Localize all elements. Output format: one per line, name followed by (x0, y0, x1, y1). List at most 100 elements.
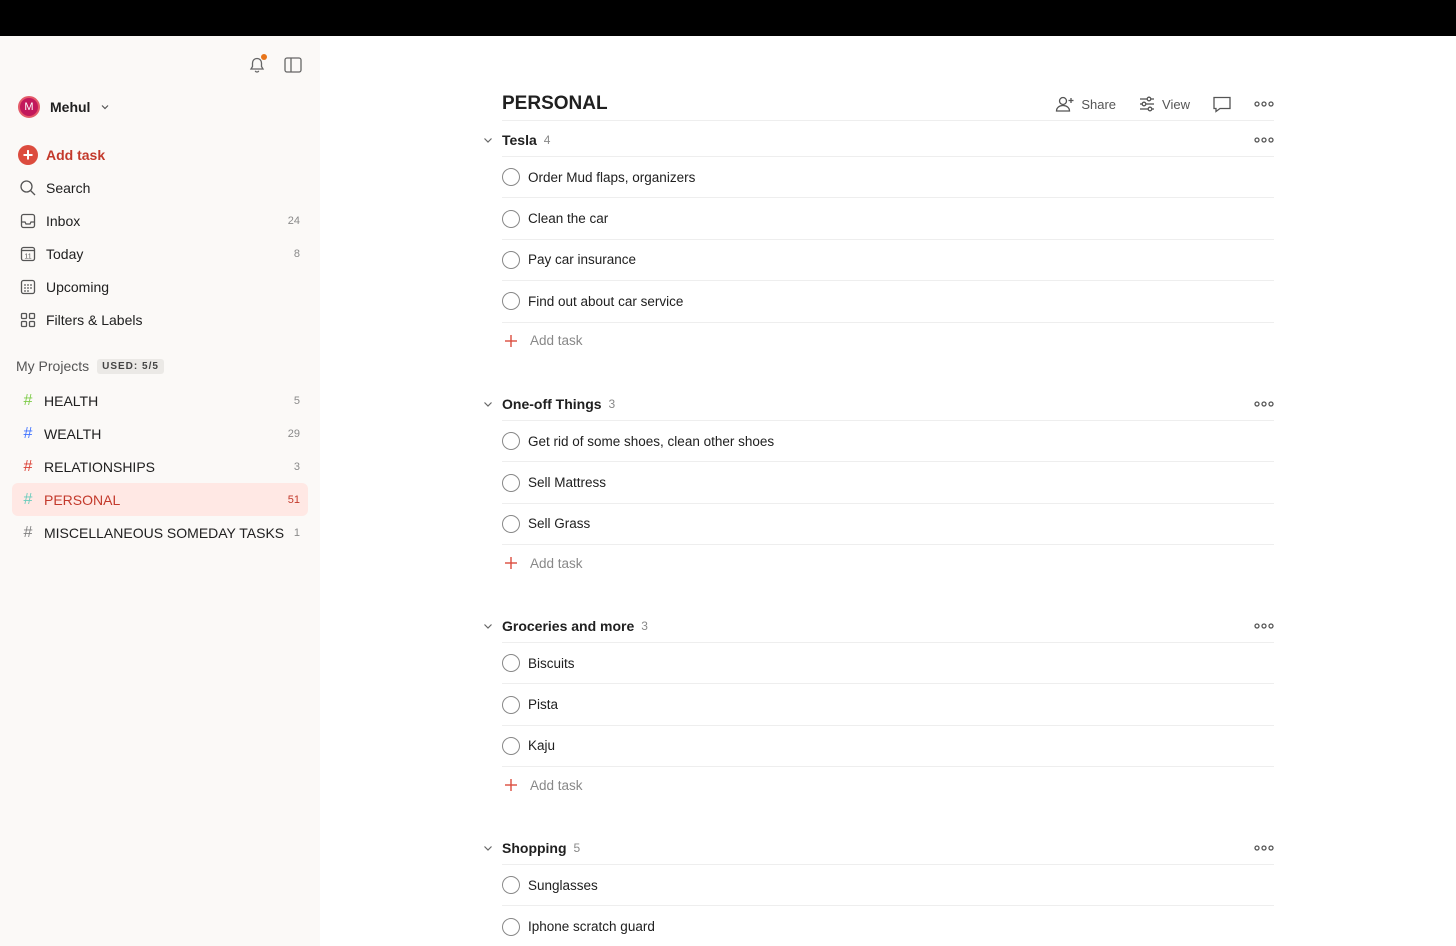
task-checkbox[interactable] (502, 168, 520, 187)
hash-icon: # (23, 523, 33, 541)
sidebar-item-today[interactable]: 11 Today 8 (12, 237, 308, 270)
task-title: Kaju (528, 738, 556, 754)
chevron-down-icon[interactable] (482, 620, 494, 632)
task-row[interactable]: Sunglasses (502, 865, 1274, 907)
task-row[interactable]: Sell Mattress (502, 462, 1274, 504)
main-content: PERSONAL Share View Tesla 4 Order Mud fl… (320, 36, 1456, 946)
project-item-personal[interactable]: # PERSONAL 51 (12, 483, 308, 516)
sidebar-item-upcoming[interactable]: Upcoming (12, 270, 308, 303)
task-checkbox[interactable] (502, 514, 520, 533)
more-options-button[interactable] (1254, 99, 1274, 109)
sidebar-item-label: Filters & Labels (46, 311, 143, 328)
user-menu[interactable]: M Mehul (18, 96, 110, 118)
task-row[interactable]: Find out about car service (502, 281, 1274, 323)
my-projects-header[interactable]: My Projects USED: 5/5 (16, 358, 164, 374)
toggle-sidebar-icon[interactable] (282, 54, 304, 76)
task-checkbox[interactable] (502, 736, 520, 755)
chevron-down-icon[interactable] (482, 134, 494, 146)
project-count: 3 (293, 460, 300, 473)
today-count: 8 (293, 247, 300, 260)
task-checkbox[interactable] (502, 432, 520, 451)
task-checkbox[interactable] (502, 876, 520, 895)
section-header[interactable]: One-off Things 3 (484, 387, 1274, 421)
sidebar-item-search[interactable]: Search (12, 171, 308, 204)
project-item-relationships[interactable]: # RELATIONSHIPS 3 (12, 450, 308, 483)
add-task-label: Add task (530, 333, 583, 349)
task-checkbox[interactable] (502, 917, 520, 936)
section-header[interactable]: Groceries and more 3 (484, 609, 1274, 643)
plus-icon (502, 776, 520, 794)
inbox-icon (18, 211, 38, 231)
sidebar-item-label: Inbox (46, 212, 81, 229)
comments-button[interactable] (1212, 95, 1232, 113)
task-checkbox[interactable] (502, 695, 520, 714)
sidebar-item-label: Upcoming (46, 278, 110, 295)
project-label: MISCELLANEOUS SOMEDAY TASKS (44, 524, 285, 541)
section-header[interactable]: Tesla 4 (484, 123, 1274, 157)
project-count: 5 (293, 394, 300, 407)
header-actions: Share View (1055, 95, 1274, 113)
plus-circle-icon: + (18, 144, 38, 165)
task-row[interactable]: Sell Grass (502, 504, 1274, 546)
more-horizontal-icon[interactable] (1254, 399, 1274, 409)
chevron-down-icon[interactable] (482, 398, 494, 410)
task-row[interactable]: Pay car insurance (502, 240, 1274, 282)
sidebar-item-add-task[interactable]: + Add task (12, 138, 308, 171)
project-count: 29 (287, 427, 300, 440)
task-title: Sell Mattress (528, 475, 607, 491)
more-horizontal-icon[interactable] (1254, 621, 1274, 631)
task-row[interactable]: Order Mud flaps, organizers (502, 157, 1274, 199)
task-checkbox[interactable] (502, 654, 520, 673)
task-row[interactable]: Kaju (502, 726, 1274, 768)
chevron-down-icon[interactable] (482, 842, 494, 854)
grid-icon (18, 310, 38, 330)
project-item-wealth[interactable]: # WEALTH 29 (12, 417, 308, 450)
task-row[interactable]: Get rid of some shoes, clean other shoes (502, 421, 1274, 463)
task-checkbox[interactable] (502, 209, 520, 228)
add-task-button[interactable]: Add task (502, 767, 1274, 803)
task-title: Sunglasses (528, 877, 598, 893)
more-horizontal-icon (1254, 101, 1274, 107)
task-title: Clean the car (528, 211, 609, 227)
calendar-grid-icon (18, 277, 38, 297)
project-label: HEALTH (44, 392, 99, 409)
share-button[interactable]: Share (1055, 95, 1116, 113)
notifications-bell-icon[interactable] (246, 54, 268, 76)
section-title: Groceries and more (502, 617, 635, 634)
add-task-button[interactable]: Add task (502, 545, 1274, 581)
task-title: Biscuits (528, 655, 575, 671)
project-item-health[interactable]: # HEALTH 5 (12, 384, 308, 417)
task-row[interactable]: Clean the car (502, 198, 1274, 240)
task-checkbox[interactable] (502, 250, 520, 269)
section-count: 3 (641, 618, 648, 633)
more-horizontal-icon[interactable] (1254, 135, 1274, 145)
notification-dot (261, 54, 267, 60)
task-row[interactable]: Pista (502, 684, 1274, 726)
project-item-miscellaneous[interactable]: # MISCELLANEOUS SOMEDAY TASKS 1 (12, 516, 308, 549)
svg-text:11: 11 (24, 253, 31, 260)
view-button[interactable]: View (1138, 95, 1190, 113)
task-checkbox[interactable] (502, 292, 520, 311)
sidebar-item-label: Add task (46, 146, 106, 163)
hash-icon: # (23, 490, 33, 508)
sidebar-item-label: Today (46, 245, 84, 262)
more-horizontal-icon[interactable] (1254, 843, 1274, 853)
task-row[interactable]: Iphone scratch guard (502, 906, 1274, 946)
task-checkbox[interactable] (502, 473, 520, 492)
add-task-button[interactable]: Add task (502, 323, 1274, 359)
sidebar-item-inbox[interactable]: Inbox 24 (12, 204, 308, 237)
project-label: PERSONAL (44, 491, 121, 508)
plus-icon (502, 554, 520, 572)
user-name: Mehul (50, 99, 91, 115)
add-task-label: Add task (530, 777, 583, 793)
section-tesla: Tesla 4 Order Mud flaps, organizers Clea… (482, 123, 1274, 359)
section-title: Tesla (502, 131, 537, 148)
task-title: Iphone scratch guard (528, 919, 655, 935)
section-header[interactable]: Shopping 5 (484, 831, 1274, 865)
task-row[interactable]: Biscuits (502, 643, 1274, 685)
sidebar-item-filters-labels[interactable]: Filters & Labels (12, 303, 308, 336)
inbox-count: 24 (287, 214, 300, 227)
page-title: PERSONAL (502, 93, 608, 114)
project-count: 51 (287, 493, 300, 506)
section-count: 4 (543, 132, 551, 147)
